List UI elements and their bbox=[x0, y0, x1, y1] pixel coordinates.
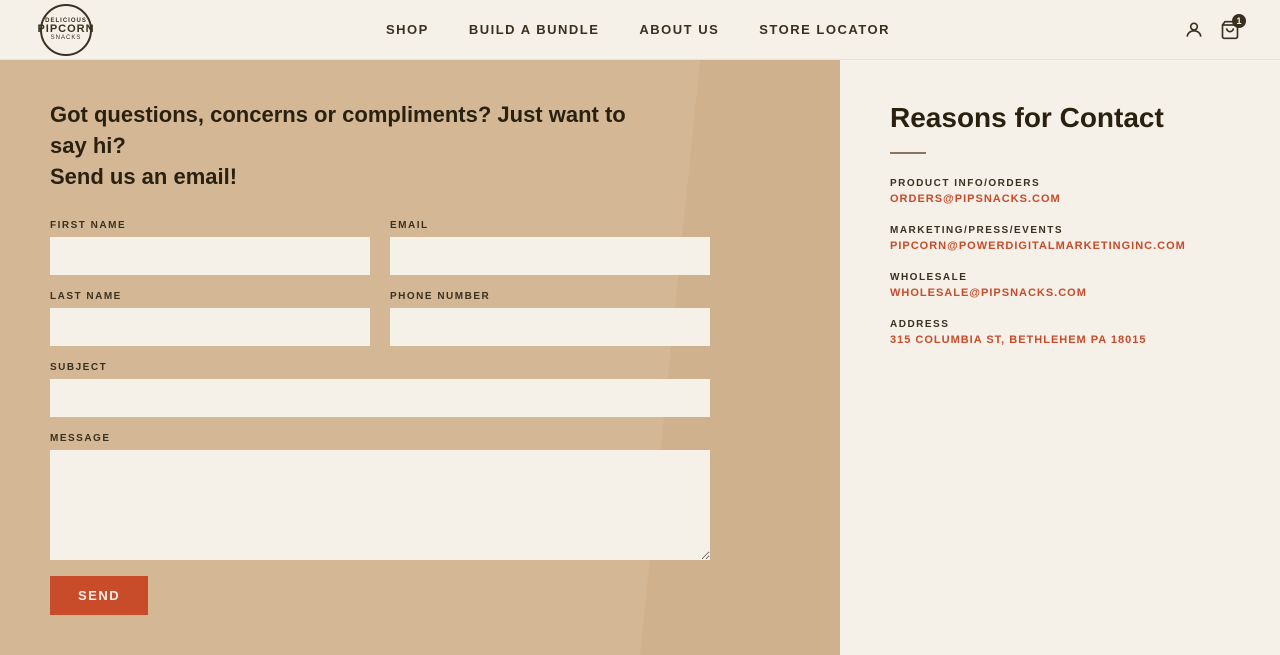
last-name-input[interactable] bbox=[50, 308, 370, 346]
header-icons: 1 bbox=[1184, 20, 1240, 40]
email-label: EMAIL bbox=[390, 220, 710, 231]
logo[interactable]: DELICIOUS PIPCORN SNACKS bbox=[40, 4, 92, 56]
phone-label: PHONE NUMBER bbox=[390, 291, 710, 302]
message-label: MESSAGE bbox=[50, 433, 710, 444]
contact-value-0[interactable]: ORDERS@PIPSNACKS.COM bbox=[890, 193, 1230, 205]
site-header: DELICIOUS PIPCORN SNACKS SHOP BUILD A BU… bbox=[0, 0, 1280, 60]
logo-circle: DELICIOUS PIPCORN SNACKS bbox=[40, 4, 92, 56]
email-input[interactable] bbox=[390, 237, 710, 275]
cart-button[interactable]: 1 bbox=[1220, 20, 1240, 40]
phone-input[interactable] bbox=[390, 308, 710, 346]
email-group: EMAIL bbox=[390, 220, 710, 275]
main-content: Got questions, concerns or compliments? … bbox=[0, 60, 1280, 655]
phone-group: PHONE NUMBER bbox=[390, 291, 710, 346]
contact-divider bbox=[890, 152, 926, 154]
first-name-label: FIRST NAME bbox=[50, 220, 370, 231]
contact-value-2[interactable]: WHOLESALE@PIPSNACKS.COM bbox=[890, 287, 1230, 299]
nav-build-bundle[interactable]: BUILD A BUNDLE bbox=[469, 22, 600, 37]
logo-text-sub: SNACKS bbox=[51, 35, 82, 41]
contact-info-title: Reasons for Contact bbox=[890, 100, 1230, 136]
cart-count: 1 bbox=[1232, 14, 1246, 28]
message-group: MESSAGE bbox=[50, 433, 710, 560]
contact-value-3: 315 COLUMBIA ST, BETHLEHEM PA 18015 bbox=[890, 334, 1230, 346]
send-button[interactable]: SEND bbox=[50, 576, 148, 615]
nav-about-us[interactable]: ABOUT US bbox=[639, 22, 719, 37]
contact-item-3: ADDRESS 315 COLUMBIA ST, BETHLEHEM PA 18… bbox=[890, 319, 1230, 346]
contact-label-2: WHOLESALE bbox=[890, 272, 1230, 283]
nav-store-locator[interactable]: STORE LOCATOR bbox=[759, 22, 890, 37]
last-name-label: LAST NAME bbox=[50, 291, 370, 302]
last-name-group: LAST NAME bbox=[50, 291, 370, 346]
contact-item-0: PRODUCT INFO/ORDERS ORDERS@PIPSNACKS.COM bbox=[890, 178, 1230, 205]
first-name-input[interactable] bbox=[50, 237, 370, 275]
subject-group: SUBJECT bbox=[50, 362, 710, 417]
contact-item-2: WHOLESALE WHOLESALE@PIPSNACKS.COM bbox=[890, 272, 1230, 299]
contact-form: FIRST NAME EMAIL LAST NAME PHONE NUMBER bbox=[50, 220, 790, 615]
nav-shop[interactable]: SHOP bbox=[386, 22, 429, 37]
contact-value-1[interactable]: PIPCORN@POWERDIGITALMARKETINGINC.COM bbox=[890, 240, 1230, 252]
first-name-group: FIRST NAME bbox=[50, 220, 370, 275]
subject-label: SUBJECT bbox=[50, 362, 710, 373]
main-nav: SHOP BUILD A BUNDLE ABOUT US STORE LOCAT… bbox=[386, 22, 890, 37]
form-heading: Got questions, concerns or compliments? … bbox=[50, 100, 650, 192]
account-button[interactable] bbox=[1184, 20, 1204, 40]
contact-item-1: MARKETING/PRESS/EVENTS PIPCORN@POWERDIGI… bbox=[890, 225, 1230, 252]
form-grid: FIRST NAME EMAIL LAST NAME PHONE NUMBER bbox=[50, 220, 710, 560]
contact-label-0: PRODUCT INFO/ORDERS bbox=[890, 178, 1230, 189]
logo-text-main: PIPCORN bbox=[37, 24, 94, 35]
subject-input[interactable] bbox=[50, 379, 710, 417]
contact-label-3: ADDRESS bbox=[890, 319, 1230, 330]
contact-info-section: Reasons for Contact PRODUCT INFO/ORDERS … bbox=[840, 60, 1280, 655]
account-icon bbox=[1184, 20, 1204, 40]
contact-label-1: MARKETING/PRESS/EVENTS bbox=[890, 225, 1230, 236]
contact-form-section: Got questions, concerns or compliments? … bbox=[0, 60, 840, 655]
message-textarea[interactable] bbox=[50, 450, 710, 560]
